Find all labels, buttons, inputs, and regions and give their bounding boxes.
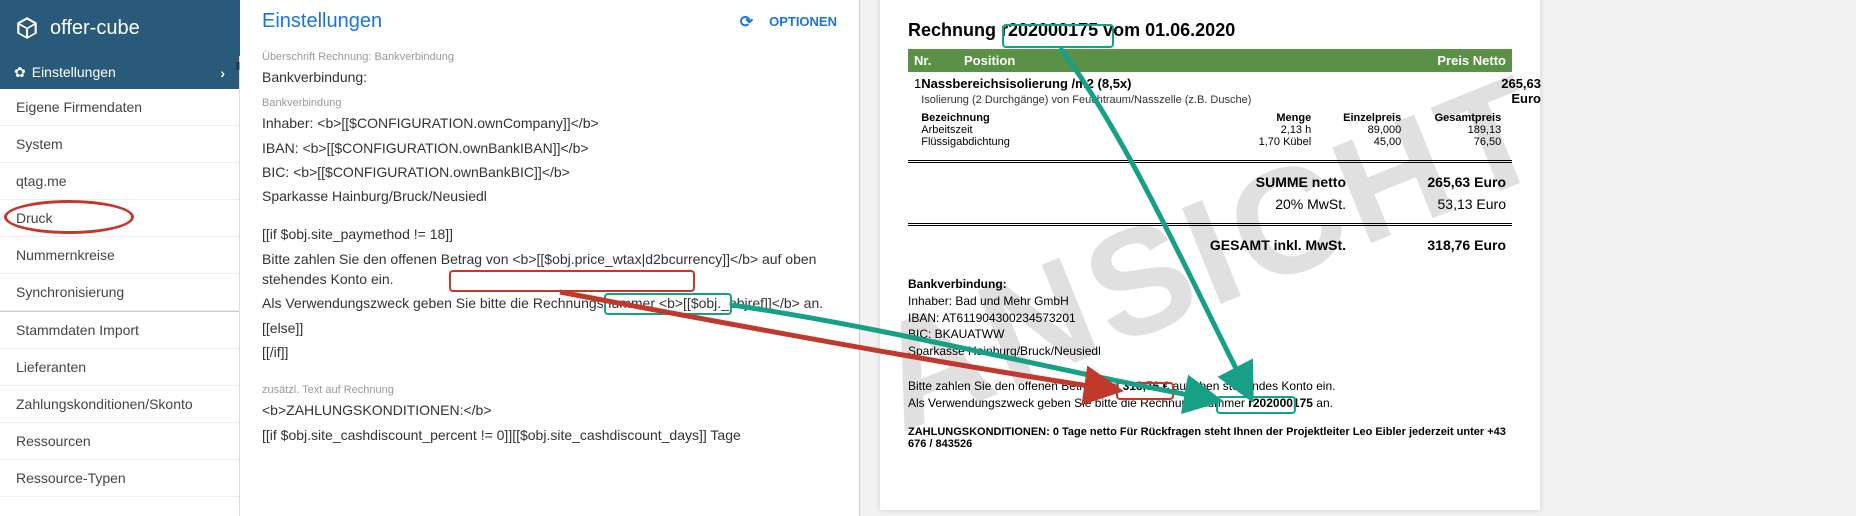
d2d: 76,50 xyxy=(1401,136,1501,148)
refresh-icon[interactable]: ⟳ xyxy=(740,12,753,32)
d1b: 2,13 h xyxy=(1241,124,1311,136)
row-pos: Nassbereichsisolierung /m2 (8,5x) xyxy=(921,76,1131,91)
app-title: offer-cube xyxy=(50,17,140,40)
sum2v: 53,13 Euro xyxy=(1376,196,1506,212)
val-head-bank[interactable]: Bankverbindung: xyxy=(262,67,837,87)
line-cond[interactable]: <b>ZAHLUNGSKONDITIONEN:</b> xyxy=(262,400,837,420)
row-price: 265,63 Euro xyxy=(1501,76,1541,148)
gear-icon: ✿ xyxy=(14,64,26,80)
cond-line: ZAHLUNGSKONDITIONEN: 0 Tage netto Für Rü… xyxy=(908,426,1512,450)
line-ref-tok: <b>[[$obj._objref]]</b> xyxy=(659,295,800,311)
invoice-paper: ANSICHT Rechnung r202000175 vom 01.06.20… xyxy=(880,0,1540,510)
line-if[interactable]: [[if $obj.site_paymethod != 18]] xyxy=(262,224,837,244)
th-nr: Nr. xyxy=(914,53,964,68)
sidebar-item-nummernkreise[interactable]: Nummernkreise xyxy=(0,237,239,274)
app-header: offer-cube xyxy=(0,0,240,56)
invoice-table: Nr. Position Preis Netto 1 Nassbereichsi… xyxy=(908,49,1512,152)
sidebar-section-header[interactable]: ✿ Einstellungen › xyxy=(0,56,239,89)
sum3v: 318,76 Euro xyxy=(1376,237,1506,253)
d2c: 45,00 xyxy=(1311,136,1401,148)
dh-gp: Gesamtpreis xyxy=(1401,112,1501,124)
preview-pane: ANSICHT Rechnung r202000175 vom 01.06.20… xyxy=(860,0,1856,516)
invoice-title: Rechnung r202000175 vom 01.06.2020 xyxy=(908,20,1512,41)
sidebar-item-restypen[interactable]: Ressource-Typen xyxy=(0,460,239,497)
divider2 xyxy=(908,223,1512,226)
chevron-right-icon: › xyxy=(220,65,225,81)
line-pay-tok: <b>[[$obj.price_wtax|d2bcurrency]]</b> xyxy=(512,251,758,267)
dh-menge: Menge xyxy=(1241,112,1311,124)
config-pane: Einstellungen ⟳ OPTIONEN Überschrift Rec… xyxy=(240,0,860,516)
line-else[interactable]: [[else]] xyxy=(262,318,837,338)
lbl-extra: zusätzl. Text auf Rechnung xyxy=(262,384,837,396)
sum2l: 20% MwSt. xyxy=(1146,196,1346,212)
sidebar-section-label: Einstellungen xyxy=(32,64,116,80)
sidebar-item-zahlung[interactable]: Zahlungskonditionen/Skonto xyxy=(0,386,239,423)
pay-amount: 318,76 € xyxy=(1123,379,1170,393)
th-price: Preis Netto xyxy=(1376,53,1506,68)
page-title: Einstellungen xyxy=(262,10,382,33)
line-ref-post: an. xyxy=(800,295,823,311)
sidebar: ✿ Einstellungen › Eigene Firmendaten Syst… xyxy=(0,56,240,516)
d1a: Arbeitszeit xyxy=(921,124,1241,136)
line-pay-pre: Bitte zahlen Sie den offenen Betrag von xyxy=(262,251,512,267)
invoice-number: r202000175 xyxy=(1001,20,1098,40)
d1c: 89,000 xyxy=(1311,124,1401,136)
d2b: 1,70 Kübel xyxy=(1241,136,1311,148)
line-ref[interactable]: Als Verwendungszweck geben Sie bitte die… xyxy=(262,293,837,313)
sum1v: 265,63 Euro xyxy=(1376,174,1506,190)
sidebar-item-system[interactable]: System xyxy=(0,126,239,163)
main: Einstellungen ⟳ OPTIONEN Überschrift Rec… xyxy=(240,0,1856,516)
sidebar-item-qtag[interactable]: qtag.me xyxy=(0,163,239,200)
sidebar-item-ressourcen[interactable]: Ressourcen xyxy=(0,423,239,460)
lbl-head-bank: Überschrift Rechnung: Bankverbindung xyxy=(262,51,837,63)
line-endif[interactable]: [[/if]] xyxy=(262,342,837,362)
sum1l: SUMME netto xyxy=(1146,174,1346,190)
sidebar-item-druck[interactable]: Druck xyxy=(0,200,239,237)
row-nr: 1 xyxy=(914,76,921,148)
sum3l: GESAMT inkl. MwSt. xyxy=(1146,237,1346,253)
line-bankname[interactable]: Sparkasse Hainburg/Bruck/Neusiedl xyxy=(262,186,837,206)
divider xyxy=(908,160,1512,163)
row-sub: Isolierung (2 Durchgänge) von Feuchtraum… xyxy=(921,94,1251,106)
bank-block: Bankverbindung: Inhaber: Bad und Mehr Gm… xyxy=(908,276,1512,360)
th-pos: Position xyxy=(964,53,1376,68)
line-iban[interactable]: IBAN: <b>[[$CONFIGURATION.ownBankIBAN]]<… xyxy=(262,138,837,158)
sidebar-item-sync[interactable]: Synchronisierung xyxy=(0,274,239,311)
sidebar-item-stammdaten[interactable]: Stammdaten Import xyxy=(0,311,239,349)
line-ref-pre: Als Verwendungszweck geben Sie bitte die… xyxy=(262,295,659,311)
line-owner[interactable]: Inhaber: <b>[[$CONFIGURATION.ownCompany]… xyxy=(262,113,837,133)
sidebar-item-firmendaten[interactable]: Eigene Firmendaten xyxy=(0,89,239,126)
lbl-bank: Bankverbindung xyxy=(262,97,837,109)
dh-bez: Bezeichnung xyxy=(921,112,1241,124)
d2a: Flüssigabdichtung xyxy=(921,136,1241,148)
line-pay[interactable]: Bitte zahlen Sie den offenen Betrag von … xyxy=(262,249,837,290)
ref-num: r202000175 xyxy=(1248,396,1313,410)
options-button[interactable]: OPTIONEN xyxy=(769,14,837,29)
pay-text: Bitte zahlen Sie den offenen Betrag von … xyxy=(908,378,1512,412)
sidebar-item-lieferanten[interactable]: Lieferanten xyxy=(0,349,239,386)
dh-ep: Einzelpreis xyxy=(1311,112,1401,124)
cube-icon xyxy=(14,15,40,41)
line-cond2[interactable]: [[if $obj.site_cashdiscount_percent != 0… xyxy=(262,425,837,445)
d1d: 189,13 xyxy=(1401,124,1501,136)
line-bic[interactable]: BIC: <b>[[$CONFIGURATION.ownBankBIC]]</b… xyxy=(262,162,837,182)
